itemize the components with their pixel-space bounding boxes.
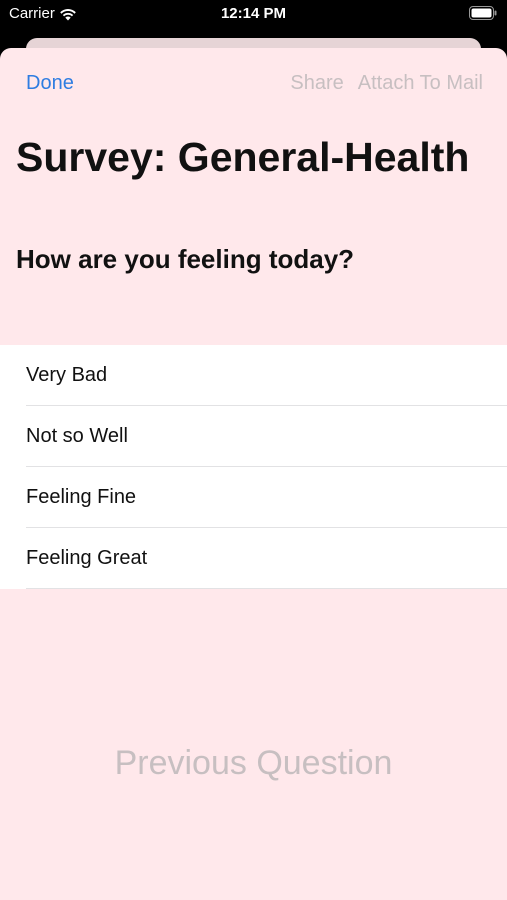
page-title: Survey: General-Health	[16, 134, 470, 180]
status-time: 12:14 PM	[220, 5, 287, 22]
nav-actions: Share Attach To Mail	[290, 72, 483, 95]
previous-question-button[interactable]: Previous Question	[0, 744, 507, 783]
answer-option-feeling-fine[interactable]: Feeling Fine	[0, 467, 507, 528]
done-button[interactable]: Done	[26, 72, 74, 95]
share-button[interactable]: Share	[290, 72, 343, 95]
status-bar: Carrier 12:14 PM	[0, 0, 507, 30]
answer-option-feeling-great[interactable]: Feeling Great	[0, 528, 507, 589]
answer-option-very-bad[interactable]: Very Bad	[0, 345, 507, 406]
survey-sheet: Done Share Attach To Mail Survey: Genera…	[0, 48, 507, 900]
app-screen: Carrier 12:14 PM Done Share Attach To Ma…	[0, 0, 507, 900]
question-text: How are you feeling today?	[16, 244, 355, 274]
battery-icon	[469, 6, 497, 20]
answer-list: Very Bad Not so Well Feeling Fine Feelin…	[0, 345, 507, 589]
attach-to-mail-button[interactable]: Attach To Mail	[358, 72, 483, 95]
answer-option-not-so-well[interactable]: Not so Well	[0, 406, 507, 467]
